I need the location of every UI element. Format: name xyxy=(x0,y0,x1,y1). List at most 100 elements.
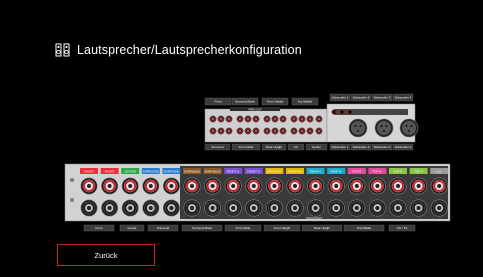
speaker-terminal xyxy=(204,177,222,195)
channel-tag: REAR H. xyxy=(327,168,346,174)
preout-bottom-label-text: Front Wide xyxy=(239,145,254,149)
rca-jack xyxy=(225,115,233,123)
speaker-terminal xyxy=(162,199,180,217)
rca-jack xyxy=(217,127,225,135)
preout-bottom-labels: Surround Front Wide Rear Height Ch Center xyxy=(204,143,328,151)
channel-tag-text: SURROUND xyxy=(163,169,179,173)
preout-bottom-label-text: Center xyxy=(312,145,321,149)
preout-body xyxy=(204,108,328,143)
speaker-terminal xyxy=(410,177,428,195)
speaker-terminal xyxy=(368,177,386,195)
rca-jack xyxy=(306,115,314,123)
subwoofer-bottom-label: Subwoofer 3 xyxy=(371,143,393,151)
speaker-terminal-panel: FRONT FRONT CENTER SURROUND SURROUND SURR.BAC… xyxy=(64,163,451,232)
speaker-terminal xyxy=(245,177,263,195)
channel-tag-text: TOP M. xyxy=(373,169,383,173)
speaker-terminal xyxy=(80,177,98,195)
speaker-terminal xyxy=(80,199,98,217)
rca-jack xyxy=(315,115,323,123)
preout-header: PRE OUT xyxy=(248,107,262,111)
speaker-terminal xyxy=(307,199,325,217)
subwoofer-bottom-labels: Subwoofer 1 Subwoofer 2 Subwoofer 3 Subwoof… xyxy=(329,143,414,151)
speaker-bottom-labels: Front Center Surround Surround Back Front Wi… xyxy=(83,224,416,232)
speaker-terminal xyxy=(348,177,366,195)
channel-tag-text: FRONT W. xyxy=(288,169,302,173)
channel-tag-text: C.H. xyxy=(436,169,442,173)
speaker-terminal xyxy=(204,199,222,217)
channel-tag: SURROUND xyxy=(162,168,181,174)
preout-bottom-label-text: Surround xyxy=(211,145,224,149)
xlr-jack xyxy=(399,118,419,138)
xlr-jack xyxy=(348,118,368,138)
subwoofer-bottom-label: Subwoofer 2 xyxy=(350,143,372,151)
preout-bottom-label-text: Ch xyxy=(294,145,298,149)
channel-tag: SURR.BACK xyxy=(203,168,222,174)
subwoofer-bottom-label-text: Subwoofer 4 xyxy=(395,145,412,149)
subwoofer-top-label: Subwoofer 4 xyxy=(392,93,414,102)
channel-tag: TOP F. xyxy=(389,168,407,174)
preout-top-label: Top Middle xyxy=(291,97,319,106)
speaker-terminal xyxy=(162,177,180,195)
channel-tag: TOP M. xyxy=(347,168,366,174)
speaker-bottom-label-text: Front Height xyxy=(274,226,291,230)
rca-jack xyxy=(315,127,323,135)
speaker-terminal xyxy=(142,177,160,195)
rca-jack xyxy=(209,115,217,123)
channel-tag: FRONT W. xyxy=(265,168,284,174)
preout-top-label: Surround Back xyxy=(231,97,259,106)
speaker-terminal xyxy=(389,177,407,195)
channel-tag-text: SURR.BACK xyxy=(184,169,200,173)
rca-jack xyxy=(279,115,287,123)
channel-tag-text: TOP F. xyxy=(414,169,423,173)
speaker-terminal xyxy=(389,199,407,217)
subwoofer-bottom-label: Subwoofer 4 xyxy=(392,143,414,151)
rca-jack xyxy=(347,109,353,115)
preout-bottom-label: Ch xyxy=(287,143,305,151)
preout-bottom-label-text: Rear Height xyxy=(266,145,282,149)
channel-tag-text: SURROUND xyxy=(143,169,159,173)
rca-jack xyxy=(271,127,279,135)
channel-tag: FRONT W. xyxy=(286,168,304,174)
speaker-terminal xyxy=(121,177,139,195)
speaker-bottom-label-text: Rear Height xyxy=(314,226,330,230)
subwoofer-top-labels: Subwoofer 1 Subwoofer 2 Subwoofer 3 Subwoof… xyxy=(329,93,414,102)
rca-jack xyxy=(244,127,252,135)
speaker-terminal xyxy=(430,177,448,195)
rca-jack xyxy=(290,115,298,123)
speaker-terminal xyxy=(121,199,139,217)
rca-jack xyxy=(209,127,217,135)
subwoofer-top-label-text: Subwoofer 2 xyxy=(353,96,370,100)
preout-top-label-text: Surround Back xyxy=(235,100,255,104)
preout-bottom-label: Rear Height xyxy=(261,143,287,151)
rca-jack xyxy=(217,115,225,123)
speaker-terminal xyxy=(183,199,201,217)
speaker-bottom-label-text: Surround Back xyxy=(192,226,212,230)
rca-jack xyxy=(290,127,298,135)
speaker-terminal xyxy=(224,199,242,217)
rca-jack xyxy=(236,127,244,135)
speaker-terminal xyxy=(430,199,448,217)
subwoofer-top-label: Subwoofer 3 xyxy=(371,93,393,102)
screw-post xyxy=(70,178,74,182)
speaker-terminal xyxy=(101,199,119,217)
subwoofer-top-label: Subwoofer 2 xyxy=(350,93,372,102)
speaker-terminal xyxy=(224,177,242,195)
speaker-bottom-label: Top Middle xyxy=(343,224,385,232)
speaker-terminal xyxy=(286,199,304,217)
preout-top-label-text: Front xyxy=(214,100,221,104)
channel-tag-text: REAR H. xyxy=(310,169,322,173)
channel-tag: C.H. xyxy=(430,168,449,174)
channel-tag-text: CENTER xyxy=(124,169,136,173)
preout-bottom-label: Center xyxy=(305,143,328,151)
speaker-bottom-label: CH / TS xyxy=(388,224,416,232)
channel-tag-text: REAR H. xyxy=(331,169,343,173)
channel-tag: TOP M. xyxy=(368,168,387,174)
subwoofer-top-label: Subwoofer 1 xyxy=(329,93,351,102)
channel-tag: SURROUND xyxy=(141,168,160,174)
preout-top-label: Front Height xyxy=(261,97,289,106)
back-button[interactable]: Zurück xyxy=(57,244,155,266)
rca-jack xyxy=(306,127,314,135)
speaker-terminal xyxy=(307,177,325,195)
speaker-terminal xyxy=(410,199,428,217)
speaker-bottom-label-text: Center xyxy=(127,226,136,230)
